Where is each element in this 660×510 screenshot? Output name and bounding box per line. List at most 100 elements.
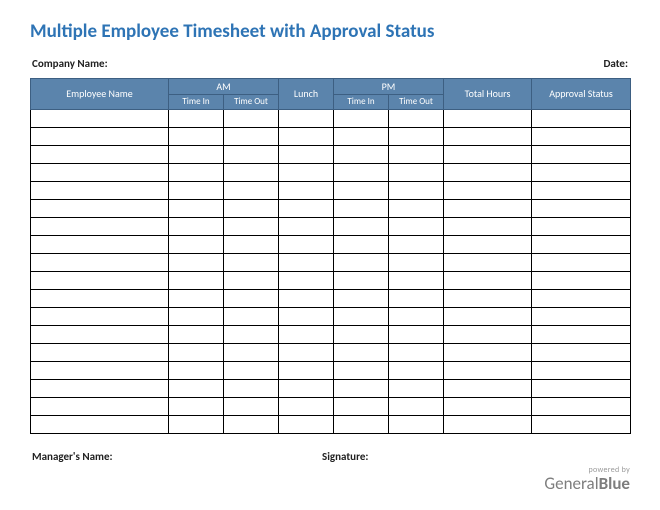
table-cell[interactable] xyxy=(444,217,532,235)
table-cell[interactable] xyxy=(444,199,532,217)
table-cell[interactable] xyxy=(334,127,389,145)
table-cell[interactable] xyxy=(334,253,389,271)
table-cell[interactable] xyxy=(224,271,279,289)
table-cell[interactable] xyxy=(532,415,631,433)
table-cell[interactable] xyxy=(279,397,334,415)
table-cell[interactable] xyxy=(389,163,444,181)
table-cell[interactable] xyxy=(224,163,279,181)
table-cell[interactable] xyxy=(224,127,279,145)
table-cell[interactable] xyxy=(279,325,334,343)
table-cell[interactable] xyxy=(444,181,532,199)
table-cell[interactable] xyxy=(279,163,334,181)
table-cell[interactable] xyxy=(31,235,169,253)
table-cell[interactable] xyxy=(532,199,631,217)
table-cell[interactable] xyxy=(224,325,279,343)
table-cell[interactable] xyxy=(31,361,169,379)
table-cell[interactable] xyxy=(444,127,532,145)
table-cell[interactable] xyxy=(389,397,444,415)
table-cell[interactable] xyxy=(532,217,631,235)
table-cell[interactable] xyxy=(31,127,169,145)
table-cell[interactable] xyxy=(532,271,631,289)
table-cell[interactable] xyxy=(31,217,169,235)
table-cell[interactable] xyxy=(224,379,279,397)
table-cell[interactable] xyxy=(31,397,169,415)
table-cell[interactable] xyxy=(224,145,279,163)
table-cell[interactable] xyxy=(389,343,444,361)
table-cell[interactable] xyxy=(279,217,334,235)
table-cell[interactable] xyxy=(444,271,532,289)
table-cell[interactable] xyxy=(279,127,334,145)
table-cell[interactable] xyxy=(389,307,444,325)
table-cell[interactable] xyxy=(169,181,224,199)
table-cell[interactable] xyxy=(224,109,279,127)
table-cell[interactable] xyxy=(279,271,334,289)
table-cell[interactable] xyxy=(444,343,532,361)
table-cell[interactable] xyxy=(279,181,334,199)
table-cell[interactable] xyxy=(532,397,631,415)
table-cell[interactable] xyxy=(444,109,532,127)
table-cell[interactable] xyxy=(444,379,532,397)
table-cell[interactable] xyxy=(31,271,169,289)
table-cell[interactable] xyxy=(31,199,169,217)
table-cell[interactable] xyxy=(31,379,169,397)
table-cell[interactable] xyxy=(31,181,169,199)
table-cell[interactable] xyxy=(279,307,334,325)
table-cell[interactable] xyxy=(444,145,532,163)
table-cell[interactable] xyxy=(169,379,224,397)
table-cell[interactable] xyxy=(279,253,334,271)
table-cell[interactable] xyxy=(389,217,444,235)
table-cell[interactable] xyxy=(279,361,334,379)
table-cell[interactable] xyxy=(389,199,444,217)
table-cell[interactable] xyxy=(389,109,444,127)
table-cell[interactable] xyxy=(334,145,389,163)
table-cell[interactable] xyxy=(169,199,224,217)
table-cell[interactable] xyxy=(224,199,279,217)
table-cell[interactable] xyxy=(169,145,224,163)
table-cell[interactable] xyxy=(532,109,631,127)
table-cell[interactable] xyxy=(169,397,224,415)
table-cell[interactable] xyxy=(224,361,279,379)
table-cell[interactable] xyxy=(224,415,279,433)
table-cell[interactable] xyxy=(444,289,532,307)
table-cell[interactable] xyxy=(169,109,224,127)
table-cell[interactable] xyxy=(389,253,444,271)
table-cell[interactable] xyxy=(334,271,389,289)
table-cell[interactable] xyxy=(224,289,279,307)
table-cell[interactable] xyxy=(31,343,169,361)
table-cell[interactable] xyxy=(31,289,169,307)
table-cell[interactable] xyxy=(444,253,532,271)
table-cell[interactable] xyxy=(224,181,279,199)
table-cell[interactable] xyxy=(444,397,532,415)
table-cell[interactable] xyxy=(224,397,279,415)
table-cell[interactable] xyxy=(389,181,444,199)
table-cell[interactable] xyxy=(334,199,389,217)
table-cell[interactable] xyxy=(389,361,444,379)
table-cell[interactable] xyxy=(169,415,224,433)
table-cell[interactable] xyxy=(532,253,631,271)
table-cell[interactable] xyxy=(279,145,334,163)
table-cell[interactable] xyxy=(334,235,389,253)
table-cell[interactable] xyxy=(31,253,169,271)
table-cell[interactable] xyxy=(169,163,224,181)
table-cell[interactable] xyxy=(532,127,631,145)
table-cell[interactable] xyxy=(279,289,334,307)
table-cell[interactable] xyxy=(279,343,334,361)
table-cell[interactable] xyxy=(389,271,444,289)
table-cell[interactable] xyxy=(224,235,279,253)
table-cell[interactable] xyxy=(31,163,169,181)
table-cell[interactable] xyxy=(279,379,334,397)
table-cell[interactable] xyxy=(334,289,389,307)
table-cell[interactable] xyxy=(334,307,389,325)
table-cell[interactable] xyxy=(279,415,334,433)
table-cell[interactable] xyxy=(224,217,279,235)
table-cell[interactable] xyxy=(389,415,444,433)
table-cell[interactable] xyxy=(334,325,389,343)
table-cell[interactable] xyxy=(169,271,224,289)
table-cell[interactable] xyxy=(224,343,279,361)
table-cell[interactable] xyxy=(532,307,631,325)
table-cell[interactable] xyxy=(532,181,631,199)
table-cell[interactable] xyxy=(532,235,631,253)
table-cell[interactable] xyxy=(279,109,334,127)
table-cell[interactable] xyxy=(444,325,532,343)
table-cell[interactable] xyxy=(31,307,169,325)
